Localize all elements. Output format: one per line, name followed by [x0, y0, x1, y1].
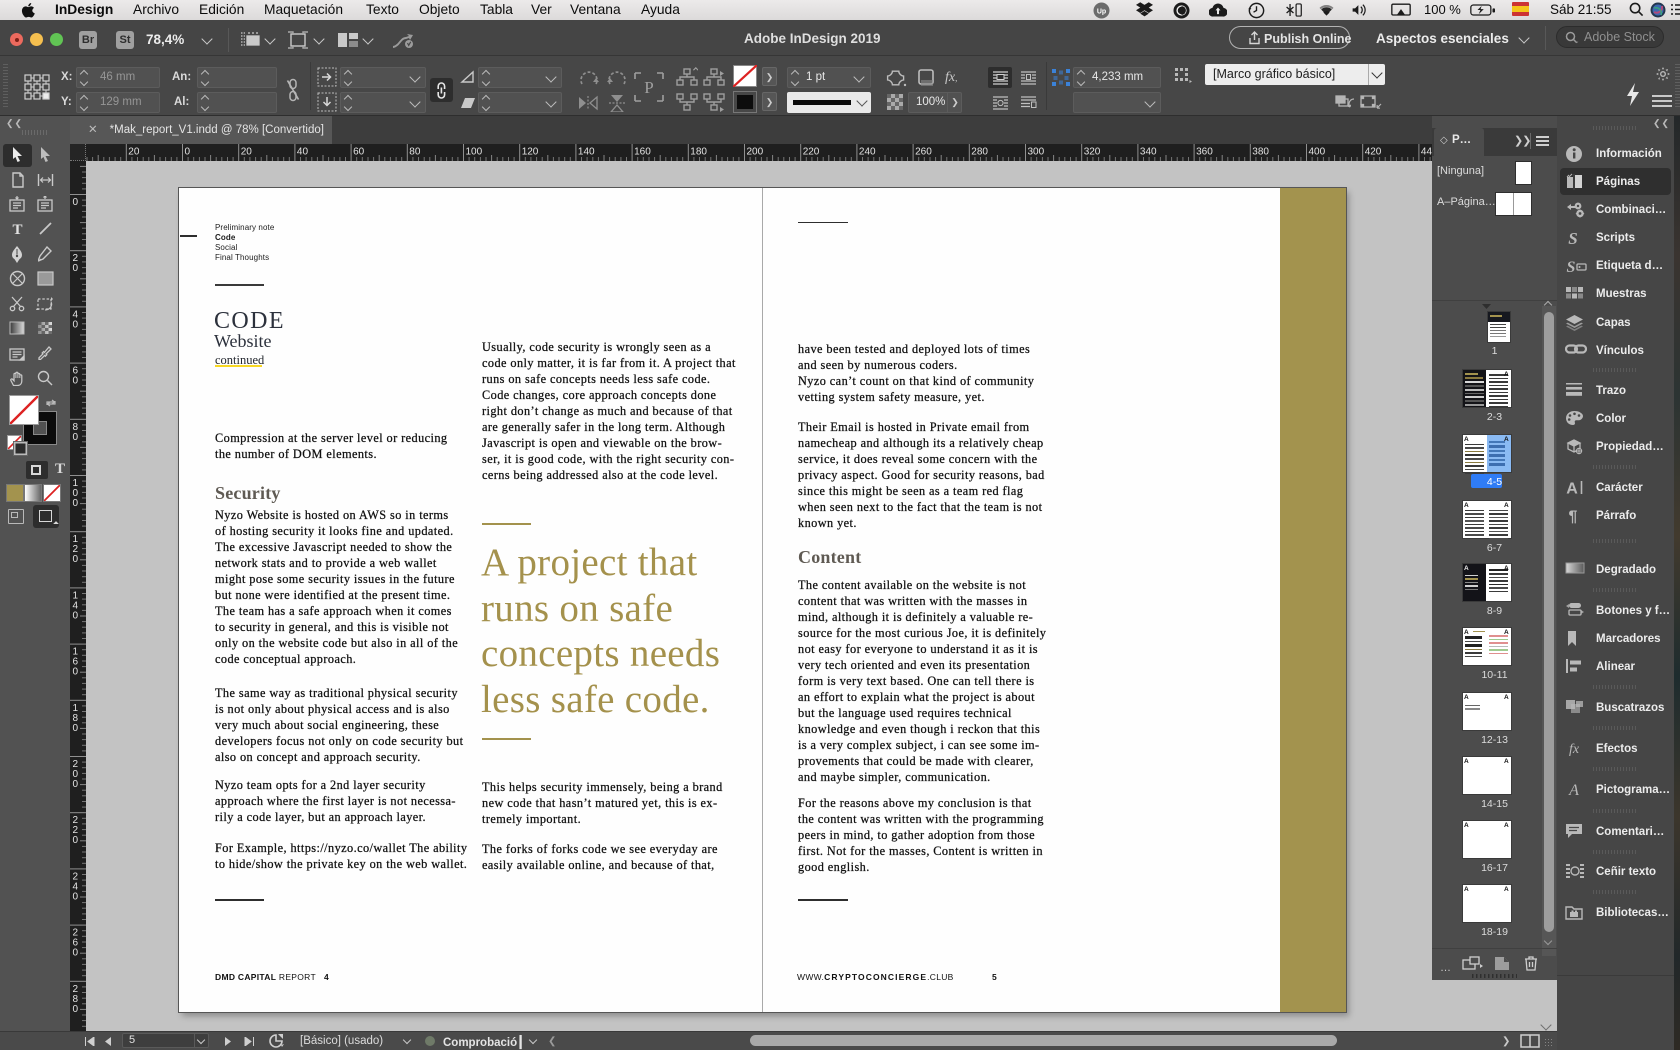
svg-text:0: 0 — [73, 779, 79, 790]
svg-text:Up: Up — [1097, 9, 1106, 16]
svg-text:P: P — [644, 78, 653, 97]
svg-text:0: 0 — [73, 667, 79, 678]
svg-text:0: 0 — [73, 432, 79, 443]
svg-text:¶: ¶ — [1569, 508, 1578, 524]
svg-text:300: 300 — [1028, 147, 1045, 158]
svg-text:360: 360 — [1196, 147, 1213, 158]
svg-text:S: S — [1568, 229, 1577, 247]
svg-text:0: 0 — [73, 723, 79, 734]
svg-text:0: 0 — [73, 263, 79, 274]
svg-text:20: 20 — [128, 147, 140, 158]
svg-text:100: 100 — [466, 147, 483, 158]
svg-text:0: 0 — [73, 498, 79, 509]
svg-text:160: 160 — [634, 147, 651, 158]
svg-text:60: 60 — [353, 147, 365, 158]
svg-text:240: 240 — [859, 147, 876, 158]
svg-text:0: 0 — [73, 948, 79, 959]
svg-text:0: 0 — [73, 610, 79, 621]
svg-text:A: A — [1568, 782, 1579, 798]
svg-text:280: 280 — [971, 147, 988, 158]
svg-text:400: 400 — [1309, 147, 1326, 158]
svg-text:fx: fx — [1569, 742, 1580, 756]
svg-text:40: 40 — [297, 147, 309, 158]
svg-text:0: 0 — [73, 1004, 79, 1015]
svg-text:80: 80 — [409, 147, 421, 158]
svg-text:0: 0 — [73, 554, 79, 565]
svg-text:A: A — [1566, 480, 1578, 496]
svg-text:0: 0 — [73, 835, 79, 846]
svg-text:ISO: ISO — [1517, 11, 1525, 16]
svg-text:0: 0 — [73, 891, 79, 902]
svg-text:0: 0 — [73, 319, 79, 330]
svg-text:0: 0 — [73, 197, 79, 208]
svg-text:180: 180 — [690, 147, 707, 158]
svg-text:T: T — [12, 222, 22, 236]
svg-text:20: 20 — [241, 147, 253, 158]
svg-text:220: 220 — [803, 147, 820, 158]
svg-text:320: 320 — [1084, 147, 1101, 158]
svg-text:260: 260 — [915, 147, 932, 158]
svg-text:420: 420 — [1365, 147, 1382, 158]
svg-text:0: 0 — [73, 376, 79, 387]
svg-text:140: 140 — [578, 147, 595, 158]
svg-text:340: 340 — [1140, 147, 1157, 158]
svg-text:S: S — [1567, 259, 1576, 275]
svg-text:120: 120 — [522, 147, 539, 158]
svg-text:0: 0 — [185, 147, 191, 158]
svg-text:380: 380 — [1252, 147, 1269, 158]
svg-text:200: 200 — [747, 147, 764, 158]
